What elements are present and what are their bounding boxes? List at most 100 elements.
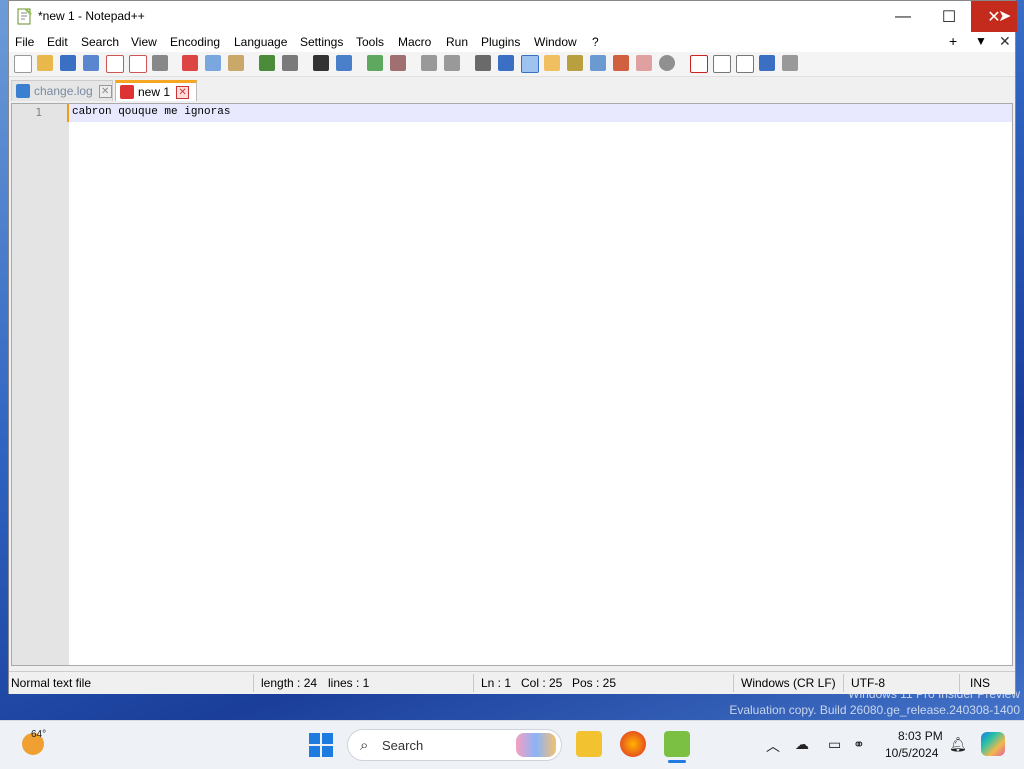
- notepadpp-window: *new 1 - Notepad++ — ☐ ✕ File Edit Searc…: [8, 0, 1017, 694]
- function-list-icon[interactable]: [613, 55, 629, 71]
- status-separator: [959, 674, 960, 692]
- word-wrap-icon[interactable]: [475, 55, 491, 71]
- tab-close-icon[interactable]: ✕: [176, 85, 190, 99]
- close-document-button[interactable]: ✕: [999, 33, 1011, 50]
- save-icon[interactable]: [60, 55, 76, 71]
- replace-icon[interactable]: [336, 55, 352, 71]
- status-encoding[interactable]: UTF-8: [851, 676, 885, 690]
- menu-edit[interactable]: Edit: [47, 35, 68, 49]
- text-editor[interactable]: 1 cabron qouque me ignoras: [11, 103, 1013, 666]
- display-icon[interactable]: ▭: [828, 736, 841, 753]
- document-map-icon[interactable]: [567, 55, 583, 71]
- monitoring-icon[interactable]: [659, 55, 675, 71]
- clock-date[interactable]: 10/5/2024: [885, 746, 938, 760]
- record-macro-icon[interactable]: [690, 55, 708, 73]
- notepadpp-app-icon: [17, 8, 32, 25]
- search-icon: ⌕: [360, 737, 369, 754]
- status-position: Pos : 25: [572, 676, 617, 690]
- save-macro-icon[interactable]: [782, 55, 798, 71]
- line-number-gutter: 1: [12, 104, 69, 665]
- print-icon[interactable]: [152, 55, 168, 71]
- redo-icon[interactable]: [282, 55, 298, 71]
- clock-time[interactable]: 8:03 PM: [898, 729, 943, 743]
- save-all-icon[interactable]: [83, 55, 99, 71]
- status-separator: [473, 674, 474, 692]
- editor-text-line[interactable]: cabron qouque me ignoras: [72, 106, 230, 118]
- file-explorer-icon[interactable]: [576, 731, 602, 757]
- menu-macro[interactable]: Macro: [398, 35, 431, 49]
- line-number: 1: [35, 106, 42, 119]
- sync-horizontal-icon[interactable]: [444, 55, 460, 71]
- tab-bar: change.log ✕ new 1 ✕: [9, 77, 1015, 102]
- status-bar: Normal text file length : 24 lines : 1 L…: [9, 671, 1015, 694]
- notification-bell-icon[interactable]: 🔔︎: [949, 736, 967, 753]
- toolbar: [9, 52, 1015, 77]
- play-macro-icon[interactable]: [736, 55, 754, 73]
- notepadpp-taskbar-icon[interactable]: [664, 731, 690, 757]
- status-lines: lines : 1: [328, 676, 370, 690]
- status-length: length : 24: [261, 676, 318, 690]
- status-file-type: Normal text file: [11, 676, 92, 690]
- show-hidden-icons-chevron-icon[interactable]: ︿: [766, 736, 780, 756]
- window-title: *new 1 - Notepad++: [38, 9, 145, 23]
- status-insert-mode[interactable]: INS: [970, 676, 990, 690]
- cut-icon[interactable]: [182, 55, 198, 71]
- menu-help[interactable]: ?: [592, 35, 599, 49]
- paste-icon[interactable]: [228, 55, 244, 71]
- close-icon[interactable]: [106, 55, 124, 73]
- menu-settings[interactable]: Settings: [300, 35, 343, 49]
- menu-run[interactable]: Run: [446, 35, 468, 49]
- folder-workspace-icon[interactable]: [636, 55, 652, 71]
- status-line: Ln : 1: [481, 676, 512, 690]
- menu-window[interactable]: Window: [534, 35, 577, 49]
- menu-encoding[interactable]: Encoding: [170, 35, 220, 49]
- close-all-icon[interactable]: [129, 55, 147, 73]
- status-separator: [843, 674, 844, 692]
- copilot-icon[interactable]: [981, 732, 1005, 756]
- network-icon[interactable]: ⚭: [853, 736, 865, 753]
- find-icon[interactable]: [313, 55, 329, 71]
- copy-icon[interactable]: [205, 55, 221, 71]
- active-app-indicator: [668, 760, 686, 763]
- menu-language[interactable]: Language: [234, 35, 287, 49]
- user-language-icon[interactable]: [544, 55, 560, 71]
- taskbar-search-box[interactable]: ⌕ Search: [347, 729, 562, 761]
- status-separator: [253, 674, 254, 692]
- tab-changelog[interactable]: change.log ✕: [11, 80, 113, 101]
- firefox-icon[interactable]: [620, 731, 646, 757]
- new-file-icon[interactable]: [14, 55, 32, 73]
- sync-vertical-icon[interactable]: [421, 55, 437, 71]
- stop-macro-icon[interactable]: [713, 55, 731, 73]
- menu-search[interactable]: Search: [81, 35, 119, 49]
- title-bar: *new 1 - Notepad++ — ☐ ✕: [9, 1, 1017, 32]
- minimize-button[interactable]: —: [880, 1, 926, 32]
- tab-new-1[interactable]: new 1 ✕: [115, 80, 197, 101]
- tab-close-icon[interactable]: ✕: [98, 84, 112, 98]
- weather-temperature[interactable]: 64°: [31, 729, 46, 740]
- add-tab-button[interactable]: +: [949, 33, 957, 49]
- modified-line-marker: [67, 104, 69, 122]
- start-button-icon[interactable]: [309, 733, 333, 757]
- menu-bar: File Edit Search View Encoding Language …: [9, 32, 1015, 52]
- undo-icon[interactable]: [259, 55, 275, 71]
- tab-label: new 1: [138, 85, 171, 99]
- status-separator: [733, 674, 734, 692]
- menu-view[interactable]: View: [131, 35, 157, 49]
- indent-guide-icon[interactable]: [521, 55, 539, 73]
- tab-list-dropdown-button[interactable]: ▼: [975, 34, 987, 48]
- menu-plugins[interactable]: Plugins: [481, 35, 520, 49]
- menu-file[interactable]: File: [15, 35, 34, 49]
- zoom-out-icon[interactable]: [390, 55, 406, 71]
- maximize-button[interactable]: ☐: [926, 1, 972, 32]
- status-eol-format[interactable]: Windows (CR LF): [741, 676, 836, 690]
- open-file-icon[interactable]: [37, 55, 53, 71]
- saved-file-icon: [16, 84, 30, 98]
- zoom-in-icon[interactable]: [367, 55, 383, 71]
- run-macro-multiple-icon[interactable]: [759, 55, 775, 71]
- search-placeholder: Search: [382, 738, 424, 753]
- status-column: Col : 25: [521, 676, 563, 690]
- onedrive-offline-icon[interactable]: ☁: [795, 736, 809, 753]
- show-all-characters-icon[interactable]: [498, 55, 514, 71]
- document-list-icon[interactable]: [590, 55, 606, 71]
- menu-tools[interactable]: Tools: [356, 35, 384, 49]
